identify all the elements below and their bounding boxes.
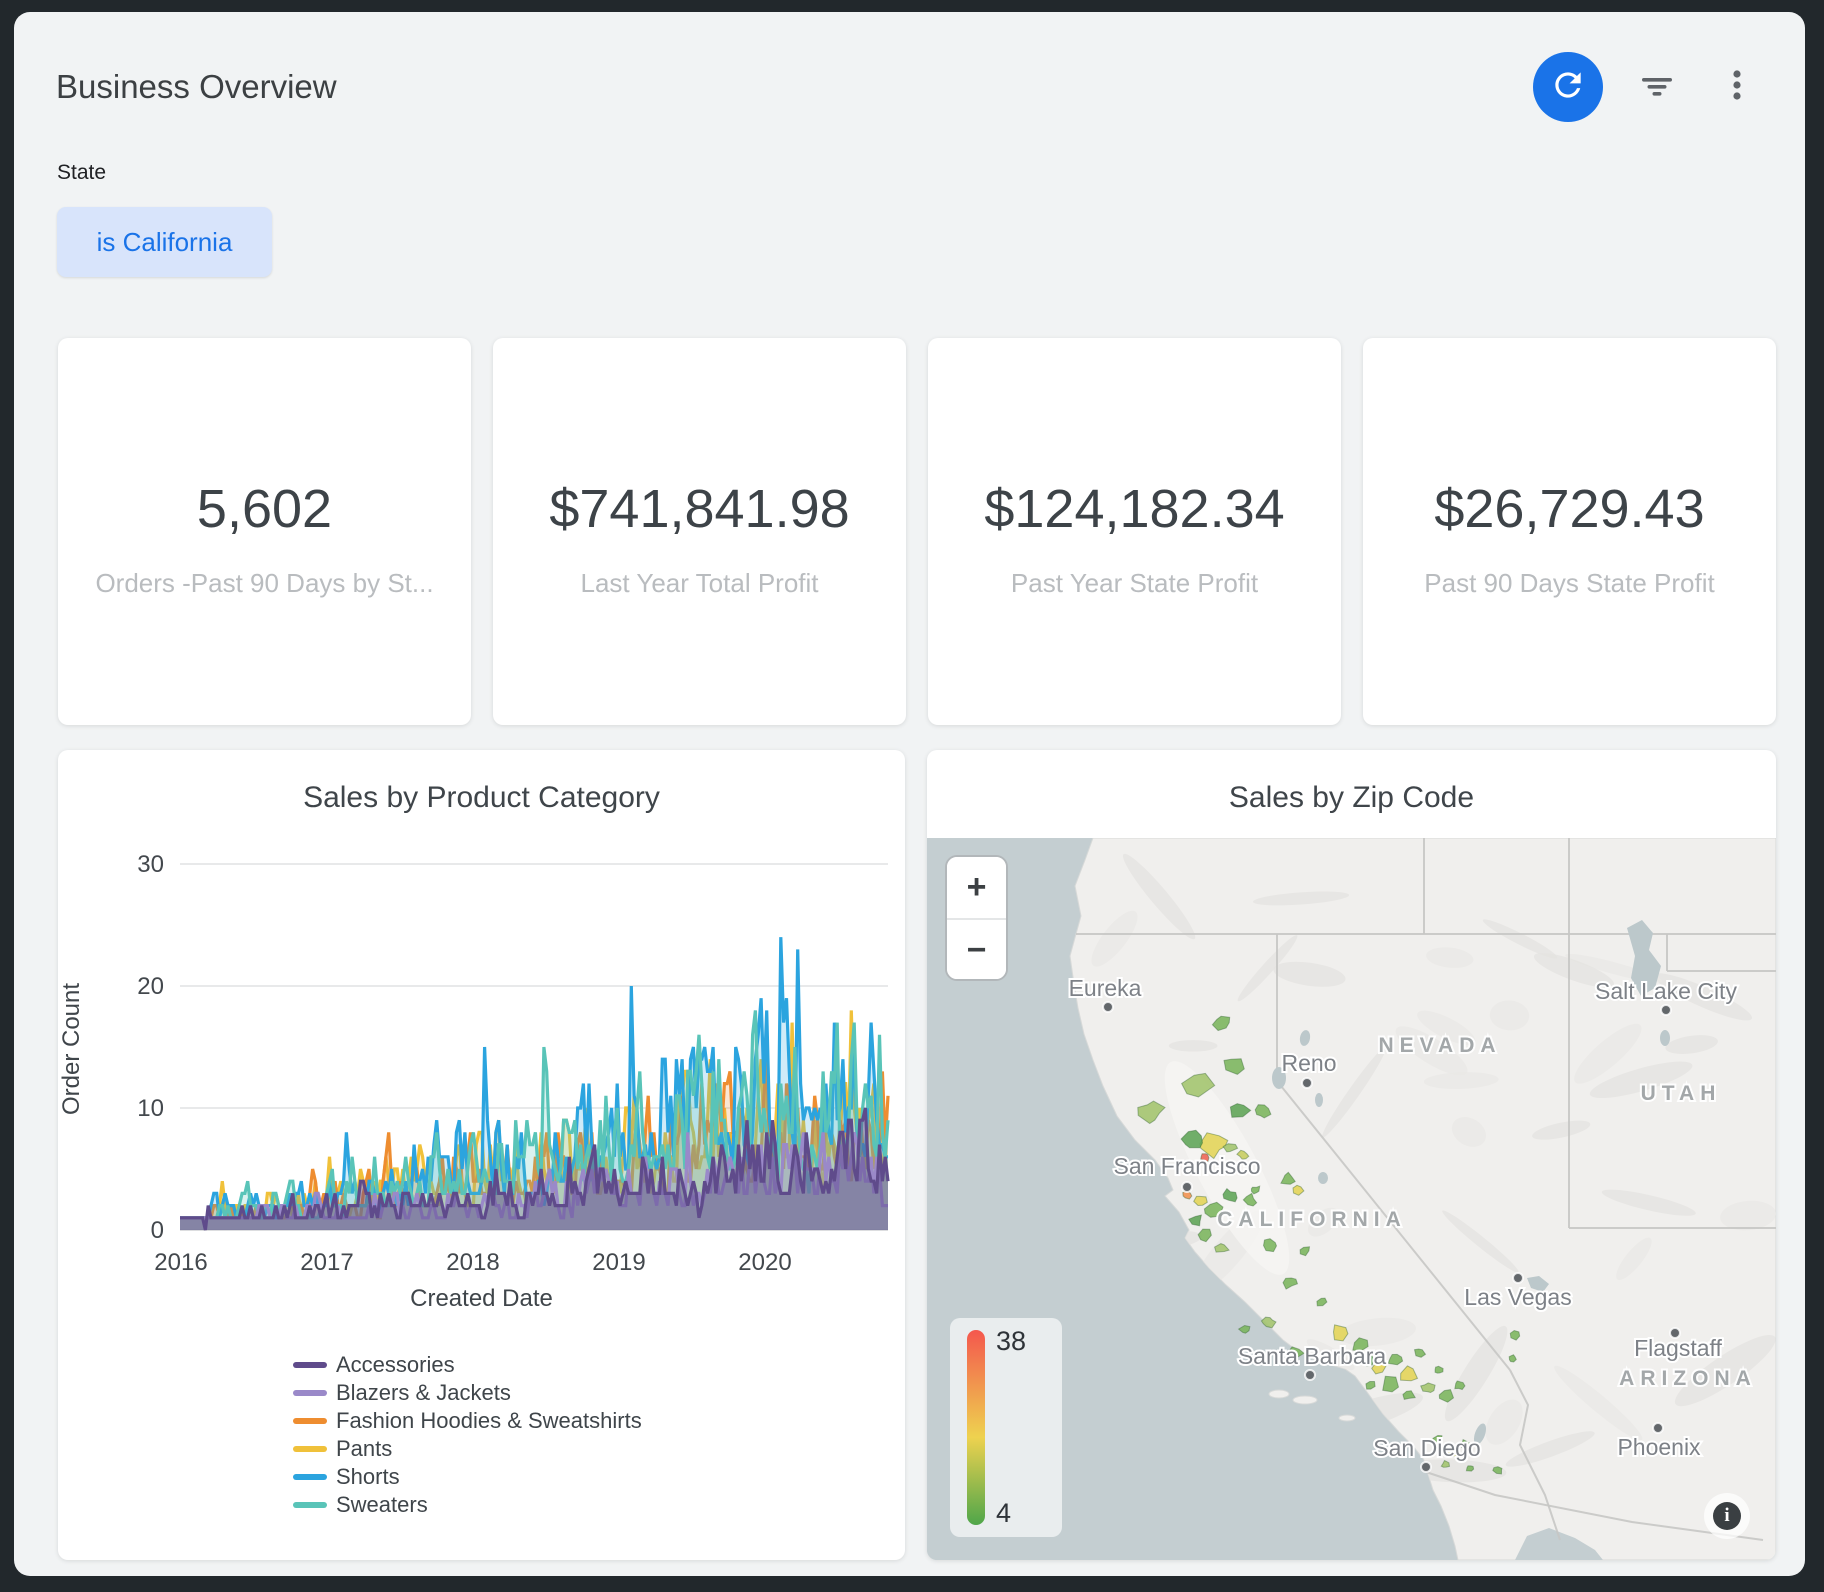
kebab-icon [1717, 65, 1757, 110]
chart-legend: AccessoriesBlazers & JacketsFashion Hood… [293, 1351, 642, 1519]
scorecard-past-year-state-profit: $124,182.34 Past Year State Profit [928, 338, 1341, 725]
lake [1315, 1093, 1323, 1107]
legend-item-label: Shorts [336, 1464, 400, 1490]
scorecard-past-90-days-state-profit: $26,729.43 Past 90 Days State Profit [1363, 338, 1776, 725]
page-title: Business Overview [56, 68, 337, 106]
x-axis-title: Created Date [58, 1285, 905, 1313]
city-label: San Francisco [1113, 1153, 1260, 1179]
legend-swatch [293, 1418, 327, 1424]
zoom-out-button[interactable]: − [947, 920, 1006, 981]
map-zoom-control: + − [945, 855, 1008, 981]
x-tick-label: 2020 [738, 1249, 791, 1276]
city-dot [1661, 1005, 1671, 1015]
island [1339, 1415, 1355, 1421]
map-canvas[interactable]: NEVADA CALIFORNIA UTAH ARIZONA Eureka Reno Sal… [927, 838, 1776, 1560]
state-label: UTAH [1641, 1082, 1722, 1105]
state-label: CALIFORNIA [1217, 1208, 1407, 1231]
scorecard-value: $741,841.98 [493, 478, 906, 540]
y-tick-label: 20 [137, 973, 164, 1000]
city-dot [1302, 1078, 1312, 1088]
city-label: Eureka [1069, 975, 1142, 1001]
legend-item: Accessories [293, 1351, 642, 1379]
scorecard-label: Past 90 Days State Profit [1363, 568, 1776, 599]
y-axis-title: Order Count [58, 889, 86, 1209]
state-filter-chip-text: is California [97, 227, 233, 258]
category-sales-chart-card: Sales by Product Category 01020302016201… [58, 750, 905, 1560]
zip-sales-map-card: Sales by Zip Code NEVADA CALIFORNIA UTAH AR… [927, 750, 1776, 1560]
legend-item-label: Fashion Hoodies & Sweatshirts [336, 1408, 642, 1434]
city-dot [1103, 1002, 1113, 1012]
scorecard-label: Orders -Past 90 Days by St... [58, 568, 471, 599]
legend-swatch [293, 1446, 327, 1452]
scorecard-orders: 5,602 Orders -Past 90 Days by St... [58, 338, 471, 725]
map-color-legend: 38 4 [950, 1318, 1062, 1537]
city-label: San Diego [1373, 1435, 1480, 1461]
city-label: Salt Lake City [1595, 978, 1737, 1004]
zip-region [1466, 1466, 1473, 1471]
island [1269, 1390, 1289, 1398]
legend-swatch [293, 1390, 327, 1396]
filter-label: State [57, 161, 106, 185]
legend-item-label: Sweaters [336, 1492, 428, 1518]
legend-item: Blazers & Jackets [293, 1379, 642, 1407]
x-tick-label: 2018 [446, 1249, 499, 1276]
filter-icon [1637, 65, 1677, 110]
city-label: Reno [1282, 1050, 1337, 1076]
city-dot [1421, 1462, 1431, 1472]
legend-item: Pants [293, 1435, 642, 1463]
dashboard-page: Business Overview State is California 5,… [14, 12, 1805, 1576]
city-dot [1305, 1370, 1315, 1380]
refresh-icon [1549, 66, 1587, 109]
lake [1660, 1030, 1670, 1046]
legend-item-label: Accessories [336, 1352, 455, 1378]
city-dot [1182, 1182, 1192, 1192]
city-label: Phoenix [1617, 1434, 1701, 1460]
info-icon: i [1713, 1502, 1741, 1530]
state-label: ARIZONA [1619, 1367, 1757, 1390]
legend-swatch [293, 1502, 327, 1508]
scorecard-value: $124,182.34 [928, 478, 1341, 540]
y-tick-label: 10 [137, 1095, 164, 1122]
city-label: Flagstaff [1634, 1335, 1722, 1361]
map-title: Sales by Zip Code [927, 780, 1776, 816]
x-tick-label: 2019 [592, 1249, 645, 1276]
refresh-button[interactable] [1533, 52, 1603, 122]
y-tick-label: 0 [151, 1217, 164, 1244]
zoom-in-button[interactable]: + [947, 857, 1006, 918]
state-filter-chip[interactable]: is California [57, 207, 272, 277]
scorecard-value: $26,729.43 [1363, 478, 1776, 540]
legend-item: Shorts [293, 1463, 642, 1491]
scorecard-label: Past Year State Profit [928, 568, 1341, 599]
filter-button[interactable] [1622, 52, 1692, 122]
map-info-button[interactable]: i [1704, 1493, 1750, 1539]
city-label: Las Vegas [1464, 1284, 1571, 1310]
gradient-bar [967, 1330, 985, 1525]
scorecard-value: 5,602 [58, 478, 471, 540]
legend-item: Sweaters [293, 1491, 642, 1519]
scorecard-last-year-profit: $741,841.98 Last Year Total Profit [493, 338, 906, 725]
city-dot [1653, 1423, 1663, 1433]
scorecard-label: Last Year Total Profit [493, 568, 906, 599]
city-label: Santa Barbara [1238, 1343, 1387, 1369]
legend-max-value: 38 [996, 1326, 1026, 1357]
y-tick-label: 30 [137, 851, 164, 878]
city-dot [1513, 1273, 1523, 1283]
island [1293, 1396, 1317, 1404]
legend-item-label: Pants [336, 1436, 392, 1462]
more-menu-button[interactable] [1702, 52, 1772, 122]
legend-item-label: Blazers & Jackets [336, 1380, 511, 1406]
lake [1318, 1172, 1328, 1184]
legend-swatch [293, 1474, 327, 1480]
legend-min-value: 4 [996, 1498, 1011, 1529]
legend-swatch [293, 1362, 327, 1368]
x-tick-label: 2017 [300, 1249, 353, 1276]
state-label: NEVADA [1378, 1034, 1501, 1057]
legend-item: Fashion Hoodies & Sweatshirts [293, 1407, 642, 1435]
x-tick-label: 2016 [154, 1249, 207, 1276]
